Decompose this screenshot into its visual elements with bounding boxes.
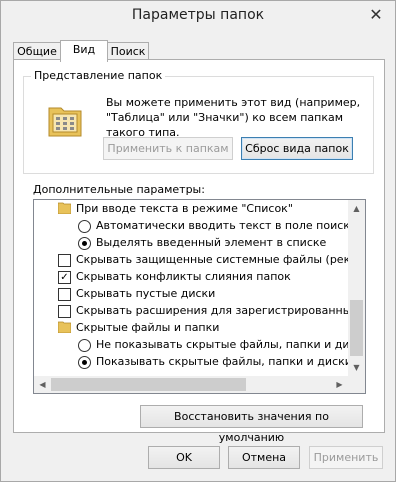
advanced-settings-content: При вводе текста в режиме "Список" Автом… [34, 200, 348, 376]
tab-general[interactable]: Общие [13, 42, 61, 60]
close-icon[interactable]: ✕ [365, 6, 387, 24]
scroll-up-icon[interactable]: ▲ [348, 200, 365, 217]
folder-view-description: Вы можете применить этот вид (например, … [106, 96, 361, 139]
radio-auto-search[interactable] [78, 220, 91, 233]
checkbox-hide-empty-drives[interactable] [58, 288, 71, 301]
advanced-settings-list[interactable]: При вводе текста в режиме "Список" Автом… [33, 199, 366, 394]
vertical-scrollbar[interactable]: ▲ ▼ [348, 200, 365, 376]
folder-icon [58, 321, 71, 333]
scroll-down-icon[interactable]: ▼ [348, 359, 365, 376]
radio-show-hidden[interactable] [78, 356, 91, 369]
reset-folders-button[interactable]: Сброс вида папок [241, 137, 353, 160]
scroll-right-icon[interactable]: ▶ [331, 376, 348, 393]
folder-icon [58, 202, 71, 214]
horizontal-scrollbar[interactable]: ◀ ▶ [34, 376, 348, 393]
horizontal-scroll-thumb[interactable] [51, 378, 246, 391]
list-item-label: Автоматически вводить текст в поле поиск… [96, 219, 348, 232]
scroll-left-icon[interactable]: ◀ [34, 376, 51, 393]
apply-to-folders-button[interactable]: Применить к папкам [103, 137, 233, 160]
apply-button[interactable]: Применить [309, 446, 383, 469]
checkbox-hide-protected[interactable] [58, 254, 71, 267]
list-item-label: Скрывать конфликты слияния папок [76, 270, 291, 283]
vertical-scroll-thumb[interactable] [350, 300, 363, 356]
list-item-label: Скрывать защищенные системные файлы (рек… [76, 253, 348, 266]
list-item-label: При вводе текста в режиме "Список" [76, 202, 293, 215]
group-label: Представление папок [31, 69, 166, 82]
list-item-label: Показывать скрытые файлы, папки и диски [96, 355, 348, 368]
checkbox-hide-extensions[interactable] [58, 305, 71, 318]
list-item-label: Скрытые файлы и папки [76, 321, 220, 334]
ok-button[interactable]: OK [148, 446, 220, 469]
folder-view-icon [47, 102, 83, 138]
title-bar: Параметры папок ✕ [1, 1, 395, 31]
scroll-corner [348, 376, 365, 393]
restore-defaults-button[interactable]: Восстановить значения по умолчанию [140, 405, 363, 444]
tab-search[interactable]: Поиск [107, 42, 149, 60]
cancel-button[interactable]: Отмена [228, 446, 300, 469]
folder-view-group: Представление папок Вы можете применить … [23, 69, 374, 174]
advanced-settings-label: Дополнительные параметры: [33, 183, 205, 196]
checkbox-hide-merge-conflicts[interactable]: ✓ [58, 271, 71, 284]
radio-select-typed[interactable] [78, 237, 91, 250]
folder-options-dialog: Параметры папок ✕ Общие Вид Поиск Предст… [0, 0, 396, 482]
window-title: Параметры папок [131, 7, 265, 23]
list-item-label: Скрывать пустые диски [76, 287, 216, 300]
tab-view[interactable]: Вид [60, 40, 108, 62]
list-item-label: Скрывать расширения для зарегистрированн… [76, 304, 348, 317]
list-item-label: Выделять введенный элемент в списке [96, 236, 327, 249]
list-item-label: Не показывать скрытые файлы, папки и дис… [96, 338, 348, 351]
radio-hide-hidden[interactable] [78, 339, 91, 352]
